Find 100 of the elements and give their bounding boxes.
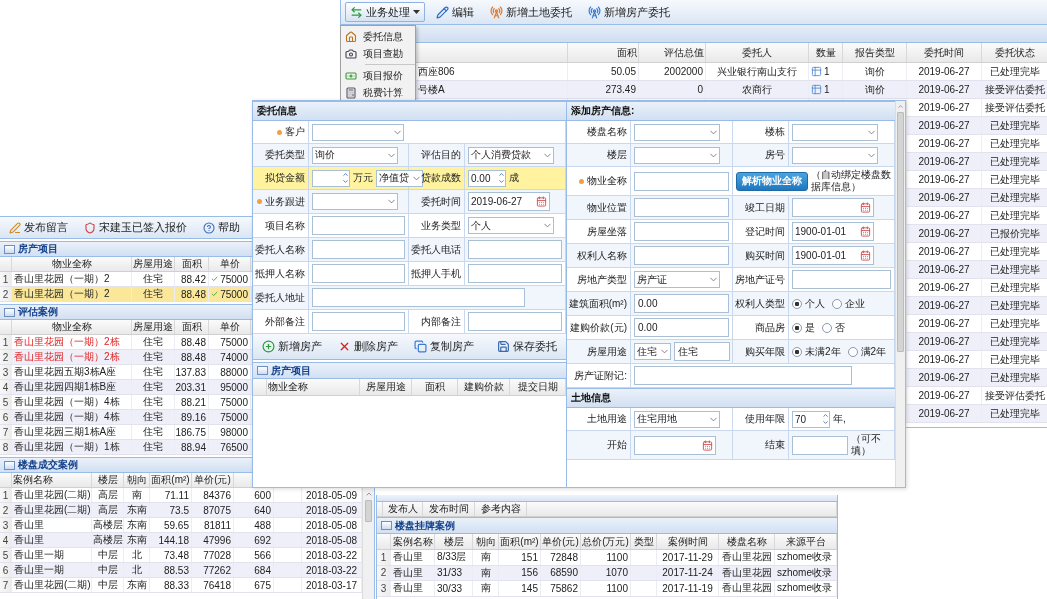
table-cell: 684 [234, 563, 274, 577]
table-cell: 186.75 [175, 425, 209, 439]
table-cell: 2019-06-27 [907, 171, 982, 188]
row-number: 4 [0, 533, 12, 547]
radio-label: 未满2年 [805, 344, 841, 359]
table-cell: 已处理完毕 [982, 315, 1047, 332]
table-cell: 2019-06-27 [907, 99, 982, 116]
table-cell: 88000 [209, 365, 251, 379]
field-label: 房地产证号 [735, 272, 785, 287]
hint-text: （可不填） [851, 433, 882, 457]
table-cell: 香山里花园(二期) [12, 488, 92, 502]
table-cell: 144.18 [150, 533, 192, 547]
table-cell: 0 [639, 81, 706, 98]
row-number: 8 [0, 440, 12, 454]
table-cell: 香山里花园 [719, 550, 775, 565]
table-cell: 南 [124, 488, 150, 502]
table-cell: 88.48 [175, 287, 209, 301]
table-cell: 2019-06-27 [907, 369, 982, 386]
table-cell: 59.65 [150, 518, 192, 532]
row-number: 7 [0, 425, 12, 439]
field-label: 结束 [765, 438, 785, 452]
unit-label: 年, [833, 412, 846, 426]
table-cell: 75000 [209, 335, 251, 349]
count-text: 1 [824, 66, 830, 77]
field-label: 楼盘名称 [587, 125, 627, 139]
field-label: 业务跟进 [265, 194, 305, 209]
field-label: 房号 [765, 148, 785, 162]
table-cell: 高楼层 [92, 518, 124, 532]
table-cell: 50.05 [568, 63, 639, 80]
table-cell: 香山里花园 [719, 581, 775, 596]
hint-text: （自动绑定楼盘数据库信息） [811, 169, 891, 193]
table-cell: 2019-06-27 [907, 243, 982, 260]
table-cell: 2019-06-27 [907, 153, 982, 170]
section-title: 楼盘成交案例 [18, 458, 78, 472]
table-cell: 77262 [192, 563, 234, 577]
table-cell: 2019-06-27 [907, 225, 982, 242]
table-cell: 中层 [92, 563, 124, 577]
table-cell: 88.94 [175, 440, 209, 454]
table-cell: 东南 [124, 533, 150, 547]
table-cell: 2019-06-27 [907, 279, 982, 296]
table-cell: 1100 [581, 581, 631, 596]
field-label: 房产证附记: [574, 368, 627, 383]
table-cell: 2017-11-24 [657, 565, 719, 580]
table-cell: 已处理完毕 [982, 189, 1047, 206]
row-number: 1 [0, 272, 12, 286]
table-cell: 145 [499, 581, 541, 596]
table-cell: 南 [473, 550, 499, 565]
table-cell: 香山里一期 [12, 548, 92, 562]
field-label: 竣工日期 [745, 200, 785, 215]
table-cell: 已处理完毕 [982, 135, 1047, 152]
table-cell: 住宅 [132, 425, 175, 439]
table-cell: 2019-06-27 [907, 189, 982, 206]
table-cell: 2019-06-27 [907, 333, 982, 350]
field-label: 建购价款(元) [570, 320, 627, 335]
field-label: 委托人名称 [255, 242, 305, 257]
section-title: 土地信息 [571, 391, 611, 405]
row-number: 5 [0, 548, 12, 562]
field-label: 贷款成数 [421, 171, 461, 185]
table-cell: 住宅 [132, 410, 175, 424]
table-cell: 2019-06-27 [907, 297, 982, 314]
table-cell: 156 [499, 565, 541, 580]
field-label: 登记时间 [745, 224, 785, 239]
field-label: 委托时间 [421, 194, 461, 209]
table-cell: 1100 [581, 550, 631, 565]
field-label: 土地用途 [587, 412, 627, 426]
unit-label: 万元 [353, 171, 373, 185]
table-cell: 88.33 [150, 578, 192, 592]
table-cell: 692 [234, 533, 274, 547]
table-cell: 已处理完毕 [982, 297, 1047, 314]
table-cell: 95000 [209, 380, 251, 394]
field-label: 商品房 [755, 320, 785, 335]
table-cell: 已处理完毕 [982, 405, 1047, 422]
table-cell: 兴业银行南山支行 [706, 63, 809, 80]
table-cell: 2017-11-19 [657, 581, 719, 596]
table-cell: 2019-06-27 [907, 135, 982, 152]
field-label: 外部备注 [265, 314, 305, 329]
table-cell: 已处理完毕 [982, 333, 1047, 350]
table-cell: 已处理完毕 [982, 261, 1047, 278]
table-cell: 已处理完毕 [982, 351, 1047, 368]
field-label: 项目名称 [265, 218, 305, 233]
unit-label: 成 [509, 171, 519, 185]
table-cell: 73.5 [150, 503, 192, 517]
table-cell: 北 [124, 548, 150, 562]
table-cell: 已处理完毕 [982, 243, 1047, 260]
section-title: 楼盘挂牌案例 [395, 518, 455, 533]
table-cell: 接受评估委托 [982, 81, 1047, 98]
table-cell: 已报价完毕 [982, 225, 1047, 242]
table-cell: 2019-06-27 [907, 261, 982, 278]
field-label: 开始 [607, 438, 627, 452]
row-number: 3 [0, 518, 12, 532]
table-cell: 香山里花园(二期) [12, 578, 92, 592]
table-cell: 北 [124, 563, 150, 577]
table-cell: 2019-06-27 [907, 315, 982, 332]
table-cell: 香山里花园三期1栋A座 [12, 425, 132, 439]
table-cell: 75000 [209, 410, 251, 424]
row-number: 1 [0, 488, 12, 502]
field-label: 委托人地址 [255, 290, 305, 305]
table-cell: 2019-06-27 [907, 405, 982, 422]
table-cell: 75000 [220, 273, 248, 285]
table-cell: 南 [473, 581, 499, 596]
